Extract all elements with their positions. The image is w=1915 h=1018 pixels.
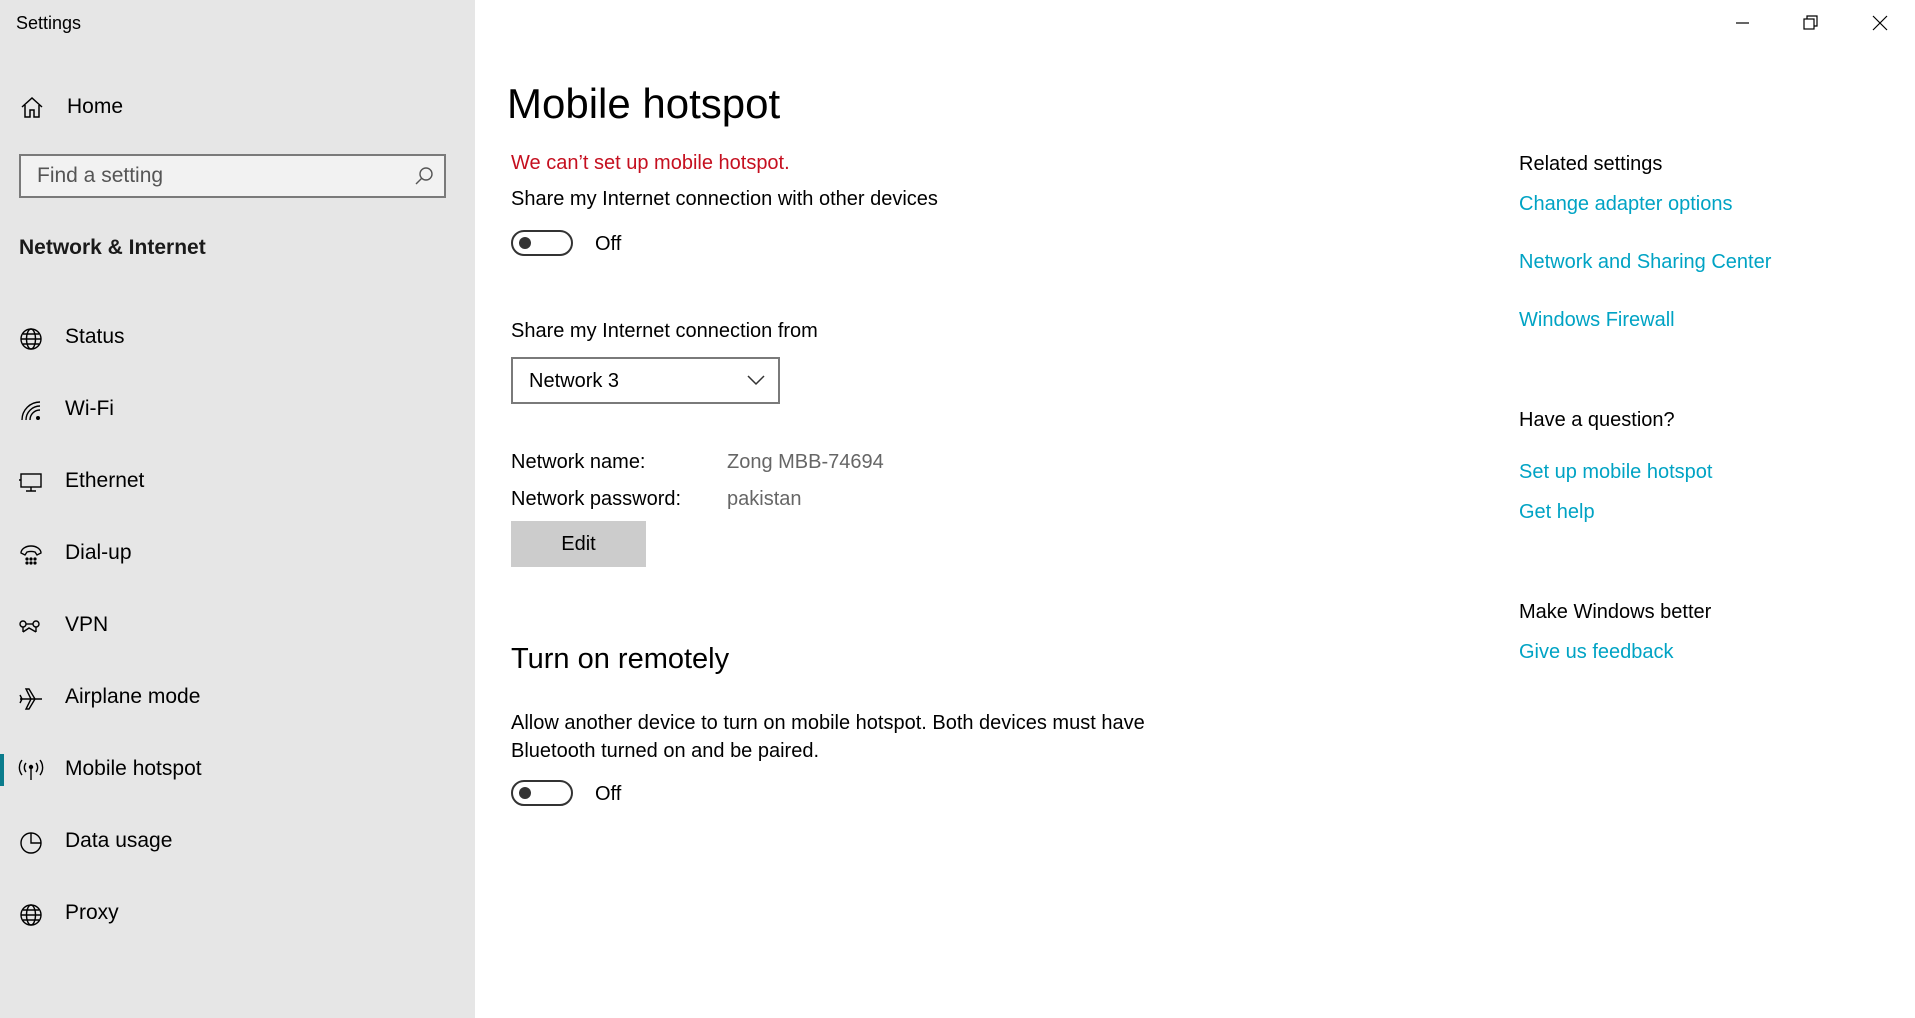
sidebar-item-ethernet[interactable]: Ethernet xyxy=(0,452,475,512)
data-usage-icon xyxy=(18,830,44,856)
active-indicator xyxy=(0,754,4,786)
close-icon xyxy=(1872,15,1888,31)
sidebar-item-wifi[interactable]: Wi-Fi xyxy=(0,380,475,440)
share-toggle-state: Off xyxy=(595,233,622,255)
sidebar: Settings Home Network & Internet Status xyxy=(0,0,475,1018)
dropdown-value: Network 3 xyxy=(529,370,620,392)
sidebar-item-airplane[interactable]: Airplane mode xyxy=(0,668,475,728)
error-message: We can’t set up mobile hotspot. xyxy=(511,152,790,174)
home-icon xyxy=(20,96,44,125)
link-give-feedback[interactable]: Give us feedback xyxy=(1519,641,1674,664)
globe-status-icon xyxy=(18,326,44,352)
sidebar-item-label: Wi-Fi xyxy=(65,397,114,420)
sidebar-item-label: VPN xyxy=(65,613,109,636)
ethernet-icon xyxy=(18,470,44,496)
remote-toggle[interactable] xyxy=(511,780,573,806)
sidebar-item-label: Mobile hotspot xyxy=(65,757,202,780)
network-name-label: Network name: xyxy=(511,451,646,473)
related-settings-heading: Related settings xyxy=(1519,153,1663,175)
restore-icon xyxy=(1803,15,1818,30)
network-password-value: pakistan xyxy=(727,488,802,510)
toggle-knob xyxy=(519,787,531,799)
remote-heading: Turn on remotely xyxy=(511,643,730,675)
sidebar-item-label: Airplane mode xyxy=(65,685,201,708)
link-change-adapter-options[interactable]: Change adapter options xyxy=(1519,193,1733,216)
toggle-knob xyxy=(519,237,531,249)
search-icon[interactable] xyxy=(414,166,434,191)
sidebar-item-dialup[interactable]: Dial-up xyxy=(0,524,475,584)
share-label: Share my Internet connection with other … xyxy=(511,188,938,210)
close-button[interactable] xyxy=(1860,8,1900,38)
search-input[interactable] xyxy=(21,156,401,196)
sidebar-item-label: Dial-up xyxy=(65,541,132,564)
sidebar-item-mobile-hotspot[interactable]: Mobile hotspot xyxy=(0,740,475,800)
sidebar-item-vpn[interactable]: VPN xyxy=(0,596,475,656)
network-password-label: Network password: xyxy=(511,488,682,510)
vpn-icon xyxy=(18,614,44,640)
remote-toggle-state: Off xyxy=(595,783,622,805)
sidebar-item-proxy[interactable]: Proxy xyxy=(0,884,475,944)
link-set-up-mobile-hotspot[interactable]: Set up mobile hotspot xyxy=(1519,461,1712,484)
share-toggle[interactable] xyxy=(511,230,573,256)
link-get-help[interactable]: Get help xyxy=(1519,501,1595,524)
hotspot-icon xyxy=(18,758,44,784)
sidebar-item-label: Ethernet xyxy=(65,469,145,492)
nav-home-label: Home xyxy=(67,95,124,118)
section-title: Network & Internet xyxy=(19,236,206,259)
app-title: Settings xyxy=(16,13,82,33)
edit-button[interactable]: Edit xyxy=(511,521,646,567)
page-title: Mobile hotspot xyxy=(507,80,781,127)
minimize-icon xyxy=(1736,22,1749,24)
link-network-sharing-center[interactable]: Network and Sharing Center xyxy=(1519,251,1771,274)
sidebar-item-label: Status xyxy=(65,325,125,348)
sidebar-item-status[interactable]: Status xyxy=(0,308,475,368)
sidebar-item-data-usage[interactable]: Data usage xyxy=(0,812,475,872)
question-heading: Have a question? xyxy=(1519,409,1675,431)
sidebar-item-label: Data usage xyxy=(65,829,173,852)
share-from-label: Share my Internet connection from xyxy=(511,320,818,342)
search-box[interactable] xyxy=(19,154,446,198)
nav-home[interactable]: Home xyxy=(0,88,475,126)
restore-button[interactable] xyxy=(1790,8,1830,38)
chevron-down-icon xyxy=(746,373,766,392)
make-windows-better-heading: Make Windows better xyxy=(1519,601,1712,623)
link-windows-firewall[interactable]: Windows Firewall xyxy=(1519,309,1675,332)
remote-description: Allow another device to turn on mobile h… xyxy=(511,712,1145,762)
airplane-icon xyxy=(18,686,44,712)
dialup-icon xyxy=(18,542,44,568)
proxy-globe-icon xyxy=(18,902,44,928)
sidebar-item-label: Proxy xyxy=(65,901,119,924)
network-name-value: Zong MBB-74694 xyxy=(727,451,884,473)
share-from-dropdown[interactable]: Network 3 xyxy=(511,357,780,404)
wifi-icon xyxy=(18,398,44,424)
minimize-button[interactable] xyxy=(1722,8,1762,38)
